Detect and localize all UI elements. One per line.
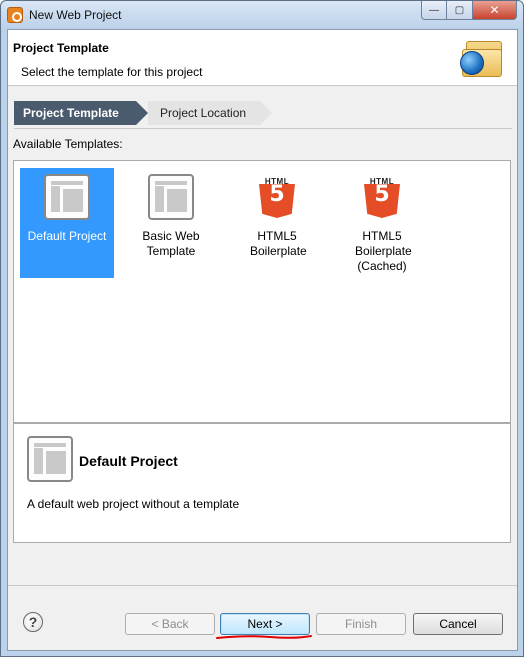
wizard-banner: Project Template Select the template for… — [8, 30, 517, 86]
template-default-project[interactable]: Default Project — [20, 168, 114, 278]
window-controls: — ▢ ✕ — [421, 1, 517, 21]
step-project-location[interactable]: Project Location — [148, 101, 260, 125]
dialog-client-area: Project Template Select the template for… — [7, 29, 518, 651]
html5-icon: HTML 5 — [254, 174, 300, 220]
available-templates-label: Available Templates: — [13, 137, 123, 151]
html5-icon: HTML 5 — [359, 174, 405, 220]
steps-divider — [14, 128, 512, 129]
template-basic-web[interactable]: Basic Web Template — [124, 168, 218, 278]
banner-title: Project Template — [13, 41, 109, 55]
footer-divider — [8, 585, 517, 586]
app-icon — [7, 7, 23, 23]
window-title: New Web Project — [29, 8, 122, 22]
template-label: HTML5 Boilerplate (Cached) — [355, 229, 412, 273]
template-label: Default Project — [27, 229, 107, 243]
template-description-panel: Default Project A default web project wi… — [13, 423, 511, 543]
close-button[interactable]: ✕ — [473, 1, 517, 20]
step-arrow-active — [136, 101, 148, 125]
template-label: HTML5 Boilerplate — [250, 229, 307, 258]
minimize-button[interactable]: — — [421, 1, 447, 20]
cancel-button[interactable]: Cancel — [413, 613, 503, 635]
folder-globe-icon — [460, 39, 504, 79]
dialog-window: New Web Project — ▢ ✕ Project Template S… — [0, 0, 524, 657]
step-arrow-inactive — [260, 101, 272, 125]
page-layout-icon — [44, 174, 90, 220]
red-underline-annotation — [216, 635, 312, 639]
page-layout-icon — [27, 436, 73, 482]
finish-button[interactable]: Finish — [316, 613, 406, 635]
html5-five: 5 — [269, 182, 285, 207]
wizard-steps: Project Template Project Location — [14, 101, 512, 125]
html5-five: 5 — [374, 182, 390, 207]
title-bar[interactable]: New Web Project — ▢ ✕ — [1, 1, 523, 29]
selected-template-title: Default Project — [79, 453, 178, 469]
step-project-template[interactable]: Project Template — [14, 101, 136, 125]
next-button[interactable]: Next > — [220, 613, 310, 635]
back-button[interactable]: < Back — [125, 613, 215, 635]
banner-description: Select the template for this project — [21, 65, 203, 79]
template-html5-boilerplate[interactable]: HTML 5 HTML5 Boilerplate — [230, 168, 324, 278]
maximize-button[interactable]: ▢ — [447, 1, 473, 20]
template-html5-boilerplate-cached[interactable]: HTML 5 HTML5 Boilerplate (Cached) — [335, 168, 429, 278]
page-layout-icon — [148, 174, 194, 220]
templates-list[interactable]: Default Project Basic Web Template HTML … — [13, 160, 511, 423]
selected-template-description: A default web project without a template — [27, 497, 240, 511]
help-icon[interactable]: ? — [23, 612, 43, 632]
globe-icon — [460, 51, 484, 75]
template-label: Basic Web Template — [142, 229, 200, 258]
